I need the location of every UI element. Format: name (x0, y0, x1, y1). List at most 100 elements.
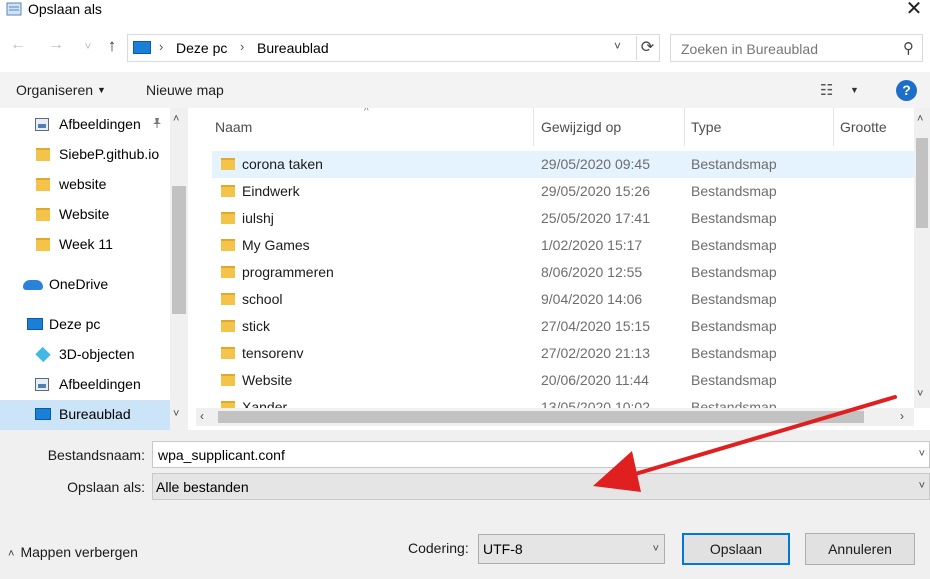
nav-item-website-lower[interactable]: website (0, 170, 170, 200)
scroll-right-icon[interactable]: › (900, 409, 904, 423)
table-row[interactable]: Website 20/06/2020 11:44 Bestandsmap (212, 367, 914, 394)
search-input[interactable]: Zoeken in Bureaublad ⚲ (670, 34, 923, 62)
table-row[interactable]: tensorenv 27/02/2020 21:13 Bestandsmap (212, 340, 914, 367)
hide-folders-button[interactable]: ˄ Mappen verbergen (8, 544, 138, 560)
file-name: stick (242, 318, 270, 334)
folder-icon (36, 238, 50, 251)
file-modified: 29/05/2020 09:45 (541, 156, 650, 172)
column-header-type[interactable]: Type (691, 119, 721, 135)
column-divider[interactable] (833, 108, 834, 146)
table-row[interactable]: stick 27/04/2020 15:15 Bestandsmap (212, 313, 914, 340)
recent-locations-button[interactable]: ˅ (78, 41, 98, 53)
folder-icon (221, 212, 235, 224)
chevron-down-icon[interactable]: ˅ (614, 39, 621, 53)
file-modified: 25/05/2020 17:41 (541, 210, 650, 226)
breadcrumb-bureaublad[interactable]: Bureaublad (257, 40, 329, 56)
file-type: Bestandsmap (691, 237, 777, 253)
save-type-value: Alle bestanden (156, 479, 249, 495)
close-button[interactable]: ✕ (902, 0, 926, 20)
scroll-left-icon[interactable]: ‹ (200, 409, 204, 423)
nav-item-label: 3D-objecten (59, 346, 135, 362)
scroll-down-icon[interactable]: ˅ (173, 408, 179, 420)
table-row[interactable]: programmeren 8/06/2020 12:55 Bestandsmap (212, 259, 914, 286)
search-icon[interactable]: ⚲ (903, 39, 914, 57)
nav-pane-scrollbar[interactable]: ˄ ˅ (170, 108, 188, 430)
help-button[interactable]: ? (896, 80, 917, 101)
table-row[interactable]: My Games 1/02/2020 15:17 Bestandsmap (212, 232, 914, 259)
filename-field[interactable]: wpa_supplicant.conf ˅ (152, 441, 930, 468)
column-divider[interactable] (533, 108, 534, 146)
view-options-icon[interactable]: ☷ (820, 81, 833, 99)
file-name: tensorenv (242, 345, 304, 361)
back-button[interactable]: ← (8, 36, 28, 54)
nav-item-afbeeldingen[interactable]: Afbeeldingen (0, 370, 170, 400)
file-modified: 9/04/2020 14:06 (541, 291, 643, 307)
file-name: iulshj (242, 210, 274, 226)
nav-item-bureaublad[interactable]: Bureaublad (0, 400, 170, 430)
folder-icon (221, 158, 235, 170)
file-modified: 8/06/2020 12:55 (541, 264, 643, 280)
nav-item-deze-pc[interactable]: Deze pc (0, 310, 170, 340)
column-header-size[interactable]: Grootte (840, 119, 887, 135)
column-headers: ^ Naam Gewijzigd op Type Grootte (196, 108, 914, 146)
navigation-bar: ← → ˅ ↑ › Deze pc › Bureaublad ˅ ⟳ Zoeke… (0, 32, 930, 66)
nav-item-afbeeldingen-pinned[interactable]: Afbeeldingen (0, 110, 170, 140)
nav-item-label: Website (59, 206, 110, 222)
file-list-horizontal-scrollbar[interactable]: ‹ › (196, 408, 914, 426)
save-button[interactable]: Opslaan (682, 533, 790, 565)
nav-item-week-11[interactable]: Week 11 (0, 230, 170, 260)
this-pc-icon (27, 318, 43, 330)
nav-item-3d-objecten[interactable]: 3D-objecten (0, 340, 170, 370)
column-header-name[interactable]: Naam (215, 119, 252, 135)
breadcrumb-deze-pc[interactable]: Deze pc (176, 40, 227, 56)
scrollbar-thumb[interactable] (172, 186, 186, 314)
new-folder-button[interactable]: Nieuwe map (146, 82, 224, 98)
save-type-select[interactable]: Alle bestanden ˅ (152, 473, 930, 500)
file-type: Bestandsmap (691, 372, 777, 388)
file-type: Bestandsmap (691, 264, 777, 280)
forward-button[interactable]: → (46, 36, 66, 54)
title-bar: Opslaan als ✕ (0, 0, 930, 22)
encoding-select[interactable]: UTF-8 ˅ (478, 534, 665, 564)
file-name: corona taken (242, 156, 323, 172)
cancel-button[interactable]: Annuleren (805, 533, 915, 565)
chevron-down-icon[interactable]: ˅ (919, 448, 925, 460)
folder-icon (36, 208, 50, 221)
file-type: Bestandsmap (691, 291, 777, 307)
scrollbar-thumb[interactable] (218, 411, 864, 423)
breadcrumb-separator-icon[interactable]: › (159, 39, 163, 54)
address-bar[interactable]: › Deze pc › Bureaublad ˅ ⟳ (127, 34, 660, 62)
folder-icon (221, 185, 235, 197)
scrollbar-thumb[interactable] (916, 138, 928, 228)
table-row[interactable]: iulshj 25/05/2020 17:41 Bestandsmap (212, 205, 914, 232)
column-divider[interactable] (684, 108, 685, 146)
refresh-icon[interactable]: ⟳ (636, 36, 658, 60)
chevron-down-icon: ˅ (652, 543, 659, 555)
table-row[interactable]: Eindwerk 29/05/2020 15:26 Bestandsmap (212, 178, 914, 205)
organise-button[interactable]: Organiseren ▼ (16, 82, 106, 98)
nav-item-website[interactable]: Website (0, 200, 170, 230)
table-row[interactable]: corona taken 29/05/2020 09:45 Bestandsma… (212, 151, 914, 178)
pictures-icon (35, 378, 49, 391)
caret-down-icon[interactable]: ▼ (850, 85, 859, 95)
column-header-modified[interactable]: Gewijzigd op (541, 119, 621, 135)
file-name: Eindwerk (242, 183, 300, 199)
scroll-down-icon[interactable]: ˅ (917, 388, 923, 400)
scroll-up-icon[interactable]: ˄ (173, 113, 179, 125)
filename-value: wpa_supplicant.conf (158, 447, 285, 463)
folder-icon (221, 374, 235, 386)
nav-item-label: Week 11 (59, 236, 113, 252)
search-placeholder: Zoeken in Bureaublad (681, 41, 818, 57)
scroll-up-icon[interactable]: ˄ (917, 113, 923, 125)
file-name: school (242, 291, 283, 307)
window-title: Opslaan als (28, 1, 102, 17)
breadcrumb-separator-icon[interactable]: › (240, 39, 244, 54)
encoding-label: Codering: (408, 540, 469, 556)
onedrive-icon (23, 280, 43, 290)
file-list-vertical-scrollbar[interactable]: ˄ ˅ (914, 108, 930, 408)
nav-item-onedrive[interactable]: OneDrive (0, 270, 170, 300)
up-button[interactable]: ↑ (102, 36, 122, 56)
nav-item-siebep-github-io[interactable]: SiebeP.github.io (0, 140, 170, 170)
this-pc-icon (133, 41, 151, 54)
table-row[interactable]: school 9/04/2020 14:06 Bestandsmap (212, 286, 914, 313)
